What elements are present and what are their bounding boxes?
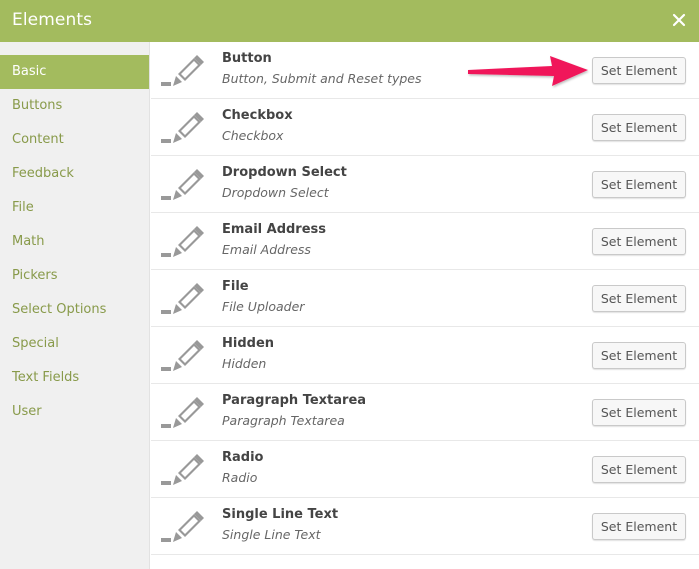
sidebar-item-label: File <box>12 200 34 215</box>
element-name: Dropdown Select <box>222 165 347 180</box>
sidebar-item-label: Text Fields <box>12 370 80 385</box>
sidebar-item-label: User <box>12 404 42 419</box>
element-row: File File Uploader Set Element <box>151 270 699 327</box>
sidebar-item-pickers[interactable]: Pickers <box>0 259 149 293</box>
element-list: Button Button, Submit and Reset types Se… <box>151 42 699 569</box>
element-row: Dropdown Select Dropdown Select Set Elem… <box>151 156 699 213</box>
element-row: Paragraph Textarea Paragraph Textarea Se… <box>151 384 699 441</box>
sidebar-item-text-fields[interactable]: Text Fields <box>0 361 149 395</box>
pencil-icon <box>159 510 207 546</box>
sidebar-item-buttons[interactable]: Buttons <box>0 89 149 123</box>
sidebar-item-file[interactable]: File <box>0 191 149 225</box>
element-row: Checkbox Checkbox Set Element <box>151 99 699 156</box>
element-row: Hidden Hidden Set Element <box>151 327 699 384</box>
dialog-title: Elements <box>12 10 93 30</box>
element-name: Email Address <box>222 222 327 237</box>
sidebar-item-label: Buttons <box>12 98 63 113</box>
pencil-icon <box>159 282 207 318</box>
set-element-button[interactable]: Set Element <box>592 342 686 369</box>
element-description: Hidden <box>222 356 267 371</box>
pencil-icon <box>159 54 207 90</box>
sidebar-item-content[interactable]: Content <box>0 123 149 157</box>
pencil-icon <box>159 111 207 147</box>
element-description: Button, Submit and Reset types <box>222 71 422 86</box>
element-description: Single Line Text <box>222 527 321 542</box>
element-description: Paragraph Textarea <box>222 413 345 428</box>
sidebar-item-user[interactable]: User <box>0 395 149 429</box>
pencil-icon <box>159 225 207 261</box>
sidebar-item-label: Pickers <box>12 268 58 283</box>
set-element-button[interactable]: Set Element <box>592 114 686 141</box>
element-row: Radio Radio Set Element <box>151 441 699 498</box>
element-name: Single Line Text <box>222 507 339 522</box>
pencil-icon <box>159 339 207 375</box>
close-icon[interactable] <box>671 11 687 29</box>
set-element-button[interactable]: Set Element <box>592 228 686 255</box>
element-description: Email Address <box>222 242 311 257</box>
pencil-icon <box>159 168 207 204</box>
sidebar-item-select-options[interactable]: Select Options <box>0 293 149 327</box>
sidebar-item-label: Math <box>12 234 45 249</box>
element-name: Radio <box>222 450 264 465</box>
sidebar-item-feedback[interactable]: Feedback <box>0 157 149 191</box>
element-name: Hidden <box>222 336 275 351</box>
dialog-header: Elements <box>0 0 699 42</box>
set-element-button[interactable]: Set Element <box>592 57 686 84</box>
sidebar-item-label: Basic <box>12 64 47 79</box>
set-element-button[interactable]: Set Element <box>592 513 686 540</box>
pencil-icon <box>159 453 207 489</box>
element-name: Checkbox <box>222 108 293 123</box>
set-element-button[interactable]: Set Element <box>592 399 686 426</box>
sidebar-item-label: Select Options <box>12 302 107 317</box>
set-element-button[interactable]: Set Element <box>592 285 686 312</box>
element-row: Single Line Text Single Line Text Set El… <box>151 498 699 555</box>
element-name: Paragraph Textarea <box>222 393 367 408</box>
sidebar-item-label: Feedback <box>12 166 74 181</box>
set-element-button[interactable]: Set Element <box>592 456 686 483</box>
sidebar-item-label: Content <box>12 132 64 147</box>
element-description: File Uploader <box>222 299 305 314</box>
element-description: Dropdown Select <box>222 185 329 200</box>
element-row: Button Button, Submit and Reset types Se… <box>151 42 699 99</box>
element-name: File <box>222 279 249 294</box>
element-name: Button <box>222 51 272 66</box>
sidebar-item-basic[interactable]: Basic <box>0 55 149 89</box>
sidebar-item-label: Special <box>12 336 59 351</box>
sidebar-item-special[interactable]: Special <box>0 327 149 361</box>
category-sidebar: Basic Buttons Content Feedback File Math Picke… <box>0 42 150 569</box>
set-element-button[interactable]: Set Element <box>592 171 686 198</box>
pencil-icon <box>159 396 207 432</box>
element-description: Radio <box>222 470 258 485</box>
element-description: Checkbox <box>222 128 284 143</box>
sidebar-item-math[interactable]: Math <box>0 225 149 259</box>
element-row: Email Address Email Address Set Element <box>151 213 699 270</box>
